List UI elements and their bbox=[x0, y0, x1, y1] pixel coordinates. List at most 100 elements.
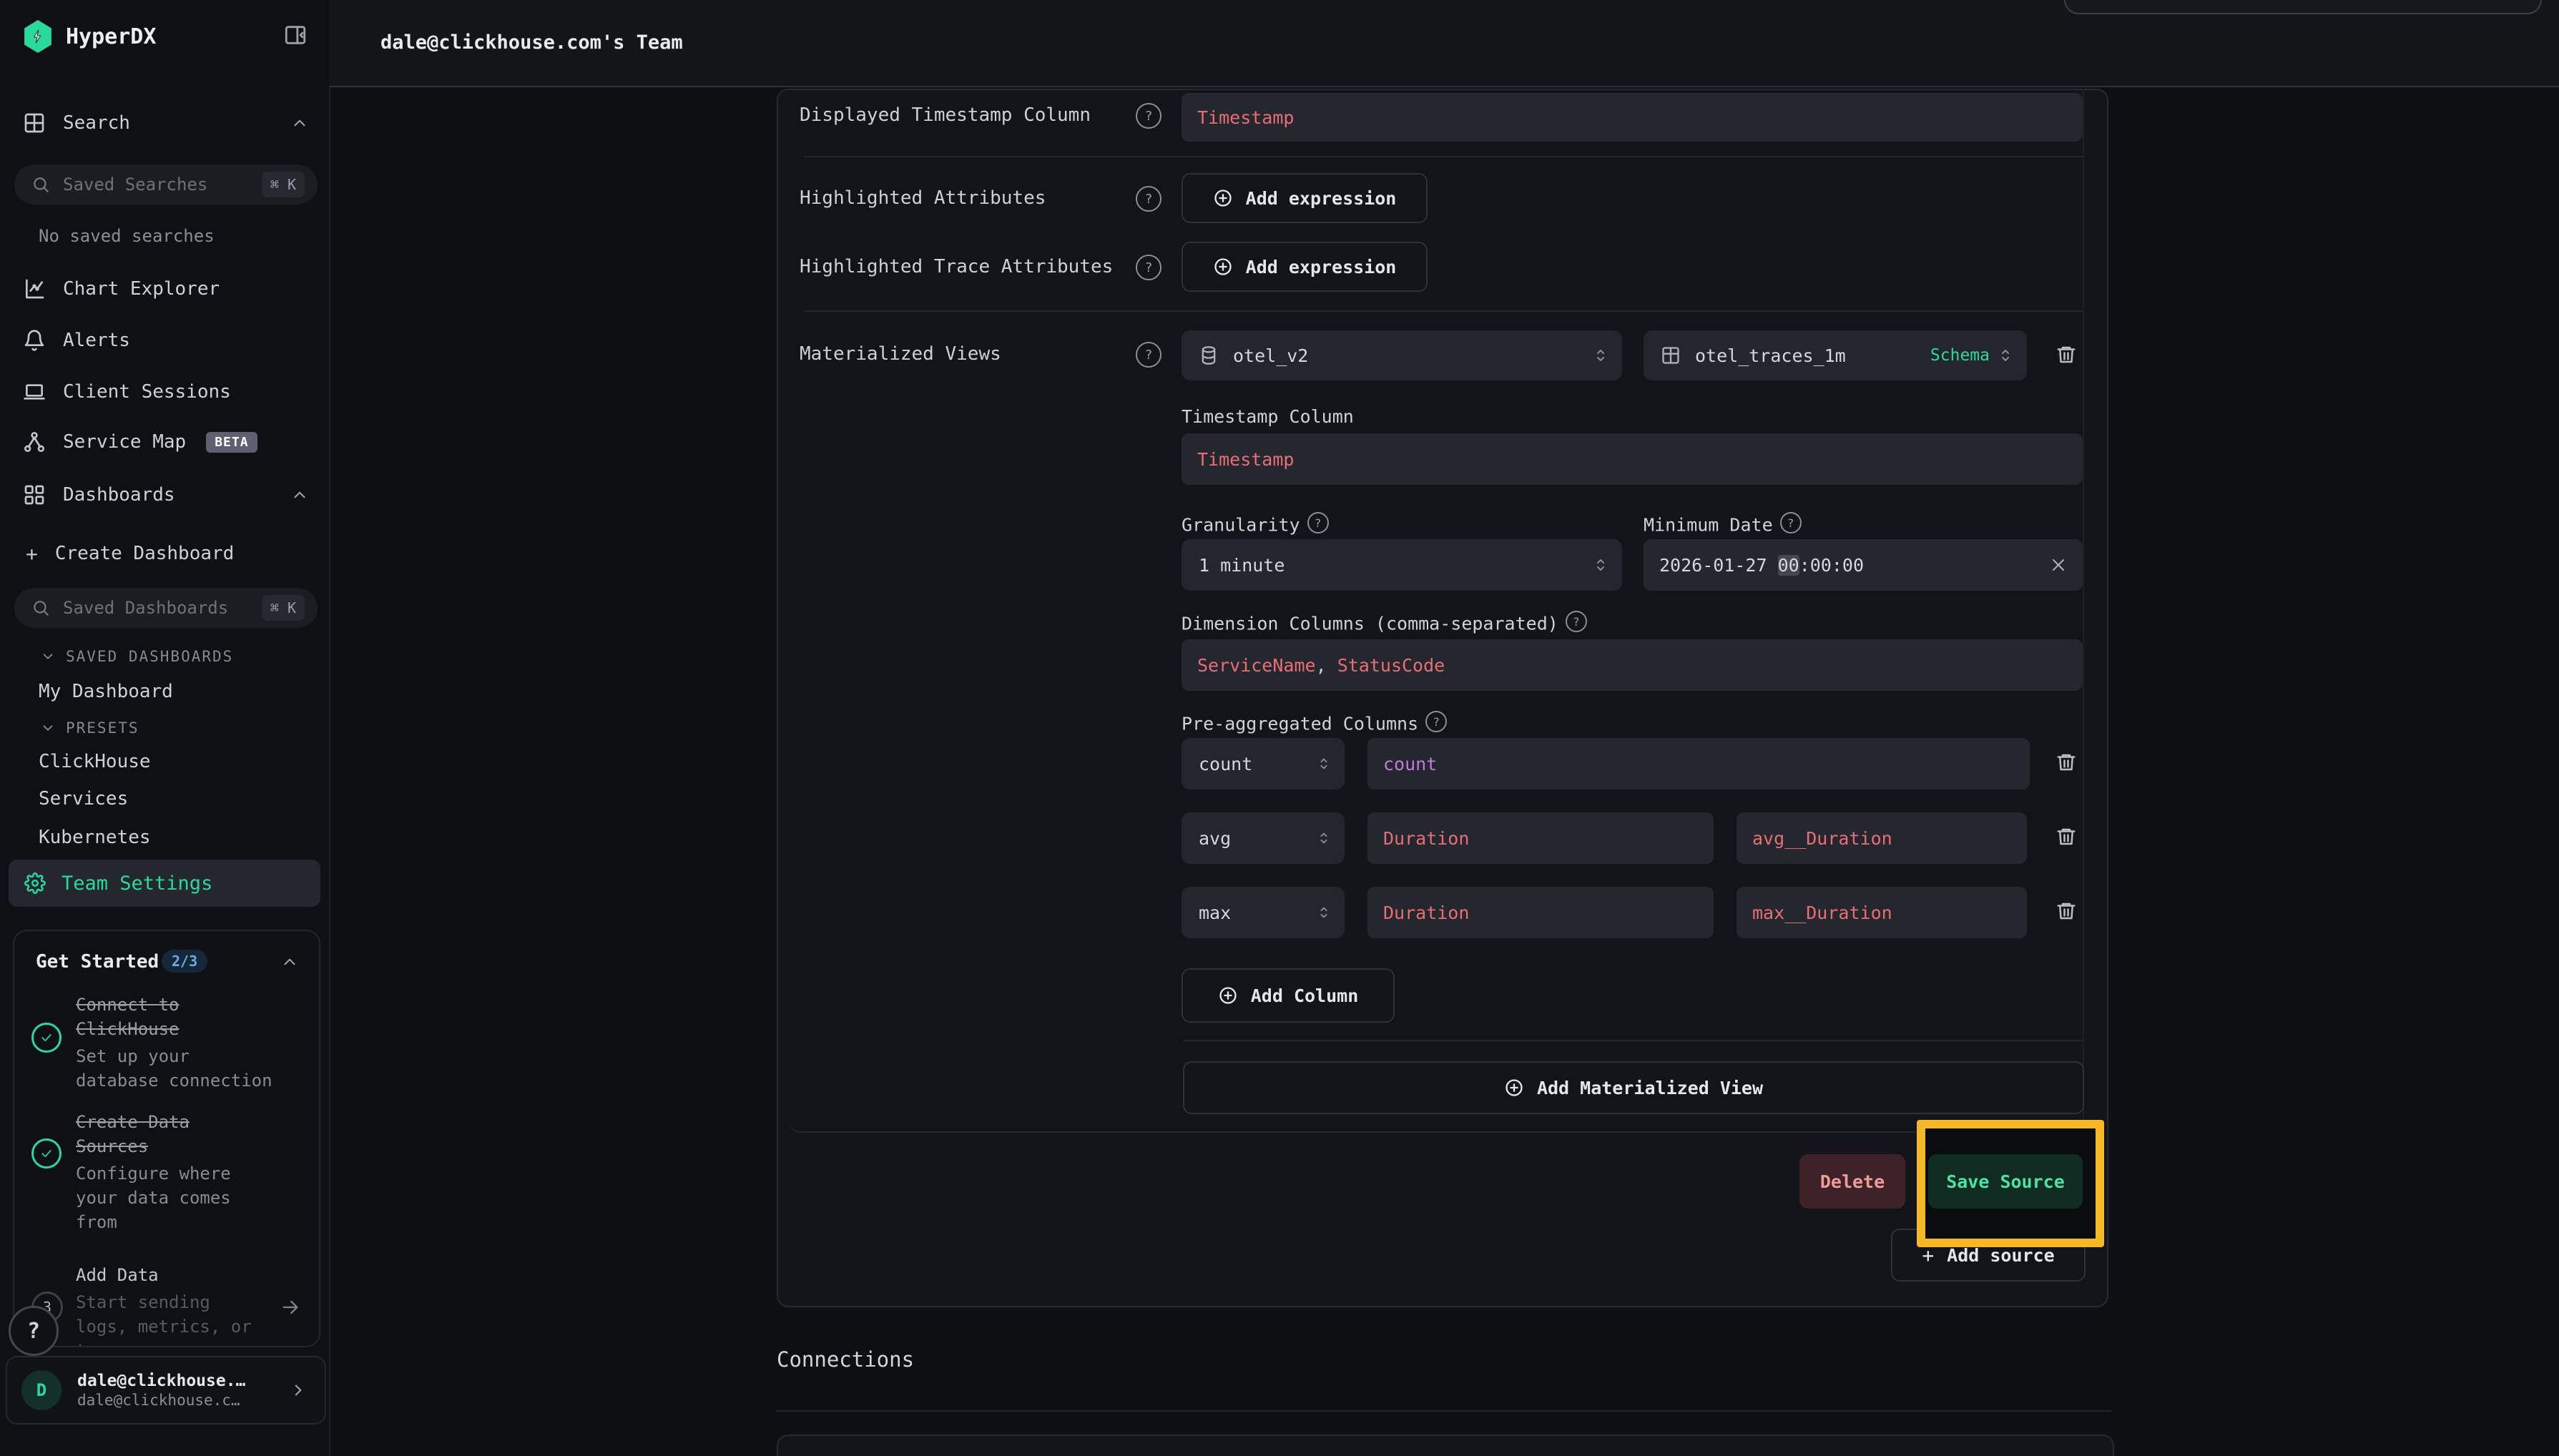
sidebar-item-clickhouse[interactable]: ClickHouse bbox=[39, 751, 151, 772]
help-icon[interactable]: ? bbox=[1136, 255, 1161, 280]
agg-op-select[interactable]: avg bbox=[1182, 812, 1345, 864]
help-button[interactable]: ? bbox=[9, 1306, 59, 1356]
help-icon[interactable]: ? bbox=[1136, 103, 1161, 129]
updown-chevrons-icon bbox=[1316, 754, 1332, 773]
divider bbox=[1183, 1040, 2084, 1041]
connections-heading: Connections bbox=[777, 1347, 914, 1372]
delete-button[interactable]: Delete bbox=[1799, 1154, 1905, 1209]
saved-searches-input[interactable]: Saved Searches ⌘ K bbox=[14, 164, 318, 205]
get-started-panel: Get Started 2/3 Connect to ClickHouse Se… bbox=[13, 930, 320, 1347]
arrow-right-icon[interactable] bbox=[280, 1297, 300, 1317]
toast-notification-edge bbox=[2064, 0, 2542, 14]
trash-icon[interactable] bbox=[2055, 825, 2077, 848]
date-prefix: 2026-01-27 bbox=[1659, 555, 1778, 576]
save-source-button[interactable]: Save Source bbox=[1928, 1154, 2083, 1209]
button-label: Add expression bbox=[1246, 257, 1397, 277]
group-saved-dashboards[interactable]: SAVED DASHBOARDS bbox=[40, 648, 233, 665]
get-started-item-desc: logs, metrics, or bbox=[76, 1316, 252, 1337]
get-started-item-title[interactable]: ClickHouse bbox=[76, 1018, 180, 1040]
add-expression-button[interactable]: Add expression bbox=[1182, 173, 1428, 223]
updown-chevrons-icon bbox=[1316, 903, 1332, 922]
chevron-right-icon bbox=[289, 1381, 308, 1400]
dimension-columns-input[interactable]: ServiceName, StatusCode bbox=[1182, 639, 2083, 691]
sidebar-item-label: Search bbox=[63, 112, 130, 134]
sidebar-item-service-map[interactable]: Service Map BETA bbox=[0, 425, 329, 459]
get-started-item-title[interactable]: Sources bbox=[76, 1136, 148, 1157]
sidebar-item-dashboards[interactable]: Dashboards bbox=[0, 478, 329, 512]
select-value: count bbox=[1199, 754, 1252, 774]
help-icon[interactable]: ? bbox=[1136, 342, 1161, 368]
sidebar-item-create-dashboard[interactable]: + Create Dashboard bbox=[0, 536, 329, 571]
mv-table-select[interactable]: otel_traces_1m Schema bbox=[1644, 330, 2027, 380]
button-label: Add source bbox=[1947, 1245, 2055, 1266]
sidebar-item-my-dashboard[interactable]: My Dashboard bbox=[39, 681, 173, 702]
app-window: HyperDX Search Saved Searches ⌘ K No sav… bbox=[0, 0, 2559, 1456]
chevron-down-icon bbox=[40, 720, 56, 736]
help-icon[interactable]: ? bbox=[1566, 611, 1587, 632]
bell-icon bbox=[23, 329, 46, 352]
help-icon[interactable]: ? bbox=[1307, 512, 1329, 533]
help-icon[interactable]: ? bbox=[1425, 711, 1447, 732]
schema-link[interactable]: Schema bbox=[1930, 346, 1990, 365]
mv-timestamp-column-input[interactable]: Timestamp bbox=[1182, 433, 2083, 485]
add-expression-button[interactable]: Add expression bbox=[1182, 242, 1428, 292]
help-icon[interactable]: ? bbox=[1780, 512, 1802, 533]
agg-expression-input[interactable]: Duration bbox=[1367, 887, 1714, 938]
get-started-item-desc: Start sending bbox=[76, 1292, 210, 1313]
clear-icon[interactable] bbox=[2050, 556, 2067, 574]
sidebar-item-search[interactable]: Search bbox=[0, 106, 329, 140]
minimum-date-input[interactable]: 2026-01-27 00:00:00 bbox=[1644, 539, 2083, 591]
chevron-up-icon[interactable] bbox=[280, 953, 299, 971]
get-started-item-title[interactable]: Create Data bbox=[76, 1111, 190, 1133]
chevron-up-icon[interactable] bbox=[290, 114, 309, 132]
shortcut-badge: ⌘ K bbox=[262, 172, 305, 197]
displayed-timestamp-input[interactable]: Timestamp bbox=[1182, 93, 2083, 142]
sub-field-label: Minimum Date? bbox=[1644, 512, 1802, 536]
input-value: count bbox=[1383, 754, 1437, 774]
get-started-item-desc: Configure where bbox=[76, 1163, 231, 1184]
trash-icon[interactable] bbox=[2055, 751, 2077, 774]
sidebar-item-label: Service Map bbox=[63, 431, 186, 453]
sidebar-item-services[interactable]: Services bbox=[39, 788, 128, 810]
sidebar-item-chart-explorer[interactable]: Chart Explorer bbox=[0, 272, 329, 306]
agg-expression-input[interactable]: Duration bbox=[1367, 812, 1714, 864]
agg-alias-input[interactable]: avg__Duration bbox=[1737, 812, 2027, 864]
saved-dashboards-input[interactable]: Saved Dashboards ⌘ K bbox=[14, 588, 318, 628]
mv-database-select[interactable]: otel_v2 bbox=[1182, 330, 1622, 380]
divider bbox=[777, 1410, 2111, 1412]
hyperdx-logo-icon bbox=[23, 20, 53, 53]
agg-op-select[interactable]: max bbox=[1182, 887, 1345, 938]
date-suffix: :00:00 bbox=[1799, 555, 1864, 576]
connections-card bbox=[777, 1435, 2114, 1456]
chevron-up-icon[interactable] bbox=[290, 486, 309, 504]
get-started-item-title[interactable]: Add Data bbox=[76, 1264, 159, 1286]
agg-expression-input[interactable]: count bbox=[1367, 738, 2030, 790]
add-column-button[interactable]: Add Column bbox=[1182, 968, 1395, 1023]
trash-icon[interactable] bbox=[2055, 343, 2077, 366]
get-started-item-desc: your data comes bbox=[76, 1187, 231, 1209]
sidebar-item-kubernetes[interactable]: Kubernetes bbox=[39, 827, 151, 848]
sidebar-item-client-sessions[interactable]: Client Sessions bbox=[0, 375, 329, 409]
sidebar-item-team-settings[interactable]: Team Settings bbox=[9, 860, 320, 907]
agg-alias-input[interactable]: max__Duration bbox=[1737, 887, 2027, 938]
group-presets[interactable]: PRESETS bbox=[40, 719, 139, 737]
agg-op-select[interactable]: count bbox=[1182, 738, 1345, 790]
help-icon[interactable]: ? bbox=[1136, 186, 1161, 212]
user-account-card[interactable]: D dale@clickhouse.… dale@clickhouse.c… bbox=[6, 1356, 326, 1425]
input-value: max__Duration bbox=[1752, 902, 1892, 923]
trash-icon[interactable] bbox=[2055, 900, 2077, 923]
sidebar-item-label: Chart Explorer bbox=[63, 278, 220, 300]
get-started-item-desc: from bbox=[76, 1211, 117, 1233]
field-label: Displayed Timestamp Column bbox=[800, 104, 1091, 126]
get-started-item-title[interactable]: Connect to bbox=[76, 994, 180, 1015]
add-materialized-view-button[interactable]: Add Materialized View bbox=[1183, 1061, 2084, 1114]
select-value: otel_v2 bbox=[1233, 345, 1308, 366]
dashboards-icon bbox=[23, 483, 46, 506]
user-email: dale@clickhouse.c… bbox=[77, 1391, 245, 1410]
sidebar-item-alerts[interactable]: Alerts bbox=[0, 323, 329, 358]
sub-field-label: Dimension Columns (comma-separated)? bbox=[1182, 611, 1587, 634]
granularity-select[interactable]: 1 minute bbox=[1182, 539, 1622, 591]
plus-circle-icon bbox=[1213, 188, 1233, 208]
collapse-sidebar-icon[interactable] bbox=[283, 23, 308, 47]
sub-field-label: Timestamp Column bbox=[1182, 406, 1354, 427]
